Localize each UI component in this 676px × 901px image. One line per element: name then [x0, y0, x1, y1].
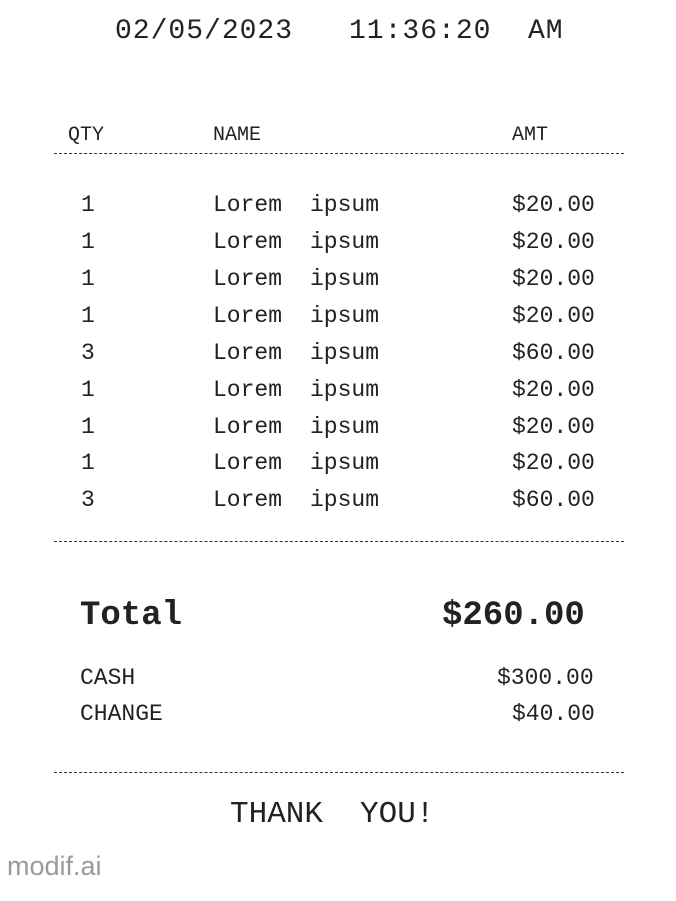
item-name-second: ipsum — [310, 487, 380, 513]
change-label: CHANGE — [80, 701, 163, 727]
item-name-first: Lorem — [213, 266, 283, 292]
item-name-second: ipsum — [310, 450, 380, 476]
cash-value: $300.00 — [497, 665, 594, 691]
item-amount: $20.00 — [512, 450, 595, 476]
item-name-second: ipsum — [310, 414, 380, 440]
thank-text: THANK — [230, 797, 324, 832]
item-name-second: ipsum — [310, 266, 380, 292]
cash-label: CASH — [80, 665, 136, 691]
total-value: $260.00 — [442, 597, 585, 635]
column-header-qty: QTY — [68, 124, 105, 147]
brand-watermark: modif.ai — [7, 851, 102, 881]
receipt-time: 11:36:20 — [349, 16, 492, 47]
receipt-date: 02/05/2023 — [115, 16, 294, 47]
item-qty: 1 — [81, 303, 95, 329]
item-name-first: Lorem — [213, 229, 283, 255]
item-amount: $20.00 — [512, 229, 595, 255]
item-amount: $60.00 — [512, 340, 595, 366]
column-header-amt: AMT — [512, 124, 549, 147]
item-qty: 3 — [81, 340, 95, 366]
divider-top — [54, 153, 624, 154]
divider-middle — [54, 541, 624, 542]
total-label: Total — [80, 597, 183, 635]
item-qty: 1 — [81, 229, 95, 255]
item-qty: 1 — [81, 377, 95, 403]
item-amount: $20.00 — [512, 414, 595, 440]
item-name-second: ipsum — [310, 377, 380, 403]
item-amount: $60.00 — [512, 487, 595, 513]
item-qty: 3 — [81, 487, 95, 513]
item-qty: 1 — [81, 192, 95, 218]
you-text: YOU! — [360, 797, 435, 832]
item-name-second: ipsum — [310, 340, 380, 366]
change-value: $40.00 — [512, 701, 595, 727]
item-name-second: ipsum — [310, 192, 380, 218]
item-amount: $20.00 — [512, 266, 595, 292]
item-name-first: Lorem — [213, 414, 283, 440]
item-amount: $20.00 — [512, 377, 595, 403]
item-qty: 1 — [81, 266, 95, 292]
item-name-first: Lorem — [213, 487, 283, 513]
divider-bottom — [54, 772, 624, 773]
item-amount: $20.00 — [512, 192, 595, 218]
item-name-first: Lorem — [213, 450, 283, 476]
receipt-ampm: AM — [528, 16, 564, 47]
item-qty: 1 — [81, 414, 95, 440]
item-name-first: Lorem — [213, 192, 283, 218]
item-name-second: ipsum — [310, 229, 380, 255]
item-name-first: Lorem — [213, 303, 283, 329]
item-amount: $20.00 — [512, 303, 595, 329]
item-name-first: Lorem — [213, 340, 283, 366]
item-qty: 1 — [81, 450, 95, 476]
item-name-first: Lorem — [213, 377, 283, 403]
column-header-name: NAME — [213, 124, 262, 147]
item-name-second: ipsum — [310, 303, 380, 329]
